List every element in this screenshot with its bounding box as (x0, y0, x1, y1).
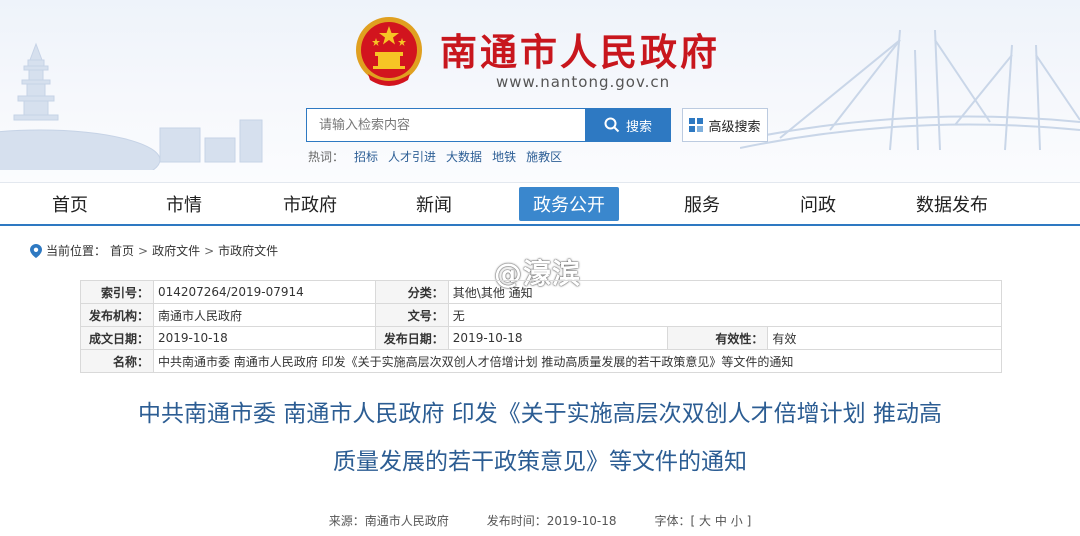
article-source: 来源：南通市人民政府 (328, 514, 449, 528)
meta-key: 索引号： (80, 280, 154, 304)
meta-key: 文号： (374, 303, 449, 327)
search-box (306, 108, 586, 142)
advanced-search-label: 高级搜索 (708, 119, 761, 135)
nav-item-inquiry[interactable]: 问政 (778, 187, 858, 221)
site-url: www.nantong.gov.cn (496, 73, 671, 91)
meta-value: 其他\其他 通知 (447, 280, 1003, 304)
nav-item-news[interactable]: 新闻 (394, 187, 474, 221)
meta-value: 无 (447, 303, 1003, 327)
breadcrumb-link-home[interactable]: 首页 (110, 242, 134, 259)
nav-item-city-info[interactable]: 市情 (144, 187, 224, 221)
table-row: 发布机构： 南通市人民政府 文号： 无 (80, 303, 1003, 327)
site-title: 南通市人民政府 (440, 31, 720, 74)
search-icon (604, 117, 620, 133)
meta-key: 成文日期： (80, 326, 154, 350)
site-banner: 南通市人民政府 www.nantong.gov.cn 搜索 高级搜索 热词： 招… (0, 0, 1080, 182)
document-meta-table: 索引号： 014207264/2019-07914 分类： 其他\其他 通知 发… (80, 280, 1003, 373)
hot-word-link[interactable]: 招标 (354, 148, 378, 165)
breadcrumb-link-gov-files[interactable]: 政府文件 (152, 242, 200, 259)
table-row: 索引号： 014207264/2019-07914 分类： 其他\其他 通知 (80, 280, 1003, 304)
font-medium-button[interactable]: 中 (715, 514, 727, 528)
meta-value: 有效 (767, 326, 1002, 350)
bridge-illustration (740, 29, 1080, 151)
breadcrumb-separator: > (204, 243, 215, 258)
meta-key: 分类： (374, 280, 449, 304)
nav-item-government[interactable]: 市政府 (270, 187, 350, 221)
meta-key: 有效性： (667, 326, 769, 350)
hot-word-link[interactable]: 大数据 (446, 148, 482, 165)
meta-value: 2019-10-18 (447, 326, 669, 350)
hot-word-link[interactable]: 人才引进 (388, 148, 436, 165)
article-title: 中共南通市委 南通市人民政府 印发《关于实施高层次双创人才倍增计划 推动高 质量… (70, 390, 1010, 486)
meta-value: 2019-10-18 (152, 326, 376, 350)
hot-word-link[interactable]: 地铁 (492, 148, 516, 165)
grid-icon (689, 118, 704, 132)
article-info-bar: 来源：南通市人民政府 发布时间：2019-10-18 字体：[ 大 中 小 ] (0, 512, 1080, 529)
article-publish-time: 发布时间：2019-10-18 (486, 514, 617, 528)
national-emblem-logo (356, 17, 422, 86)
meta-value: 中共南通市委 南通市人民政府 印发《关于实施高层次双创人才倍增计划 推动高质量发… (152, 349, 1003, 373)
meta-key: 名称： (80, 349, 154, 373)
font-large-button[interactable]: 大 (699, 514, 711, 528)
meta-key: 发布日期： (374, 326, 449, 350)
nav-item-services[interactable]: 服务 (662, 187, 742, 221)
font-size-control: 字体：[ 大 中 小 ] (655, 512, 752, 529)
main-nav: 首页 市情 市政府 新闻 政务公开 服务 问政 数据发布 (0, 182, 1080, 226)
font-size-label: 字体：[ (654, 514, 696, 528)
nav-item-gov-affairs[interactable]: 政务公开 (519, 187, 619, 221)
search-input[interactable] (307, 109, 585, 141)
font-small-button[interactable]: 小 (731, 514, 743, 528)
advanced-search-button[interactable]: 高级搜索 (682, 108, 768, 142)
meta-key: 发布机构： (80, 303, 154, 327)
table-row: 名称： 中共南通市委 南通市人民政府 印发《关于实施高层次双创人才倍增计划 推动… (80, 349, 1003, 373)
hot-words-label: 热词： (308, 150, 345, 164)
location-pin-icon (30, 243, 42, 258)
breadcrumb: 当前位置： 首页 > 政府文件 > 市政府文件 (30, 242, 278, 259)
article-title-line: 质量发展的若干政策意见》等文件的通知 (333, 449, 747, 475)
pagoda-skyline-illustration (0, 42, 263, 170)
breadcrumb-label: 当前位置： (46, 244, 107, 258)
nav-item-home[interactable]: 首页 (30, 187, 110, 221)
article-title-line: 中共南通市委 南通市人民政府 印发《关于实施高层次双创人才倍增计划 推动高 (138, 401, 942, 427)
table-row: 成文日期： 2019-10-18 发布日期： 2019-10-18 有效性： 有… (80, 326, 1002, 350)
nav-item-data-release[interactable]: 数据发布 (902, 187, 1002, 221)
meta-value: 014207264/2019-07914 (152, 280, 376, 304)
breadcrumb-link-city-gov-files[interactable]: 市政府文件 (218, 242, 278, 259)
font-size-close: ] (746, 514, 752, 528)
hot-word-link[interactable]: 施教区 (526, 148, 562, 165)
search-button[interactable]: 搜索 (585, 108, 671, 142)
search-button-label: 搜索 (625, 119, 652, 135)
breadcrumb-separator: > (138, 243, 149, 258)
meta-value: 南通市人民政府 (152, 303, 376, 327)
hot-words: 热词： 招标 人才引进 大数据 地铁 施教区 (308, 148, 562, 165)
